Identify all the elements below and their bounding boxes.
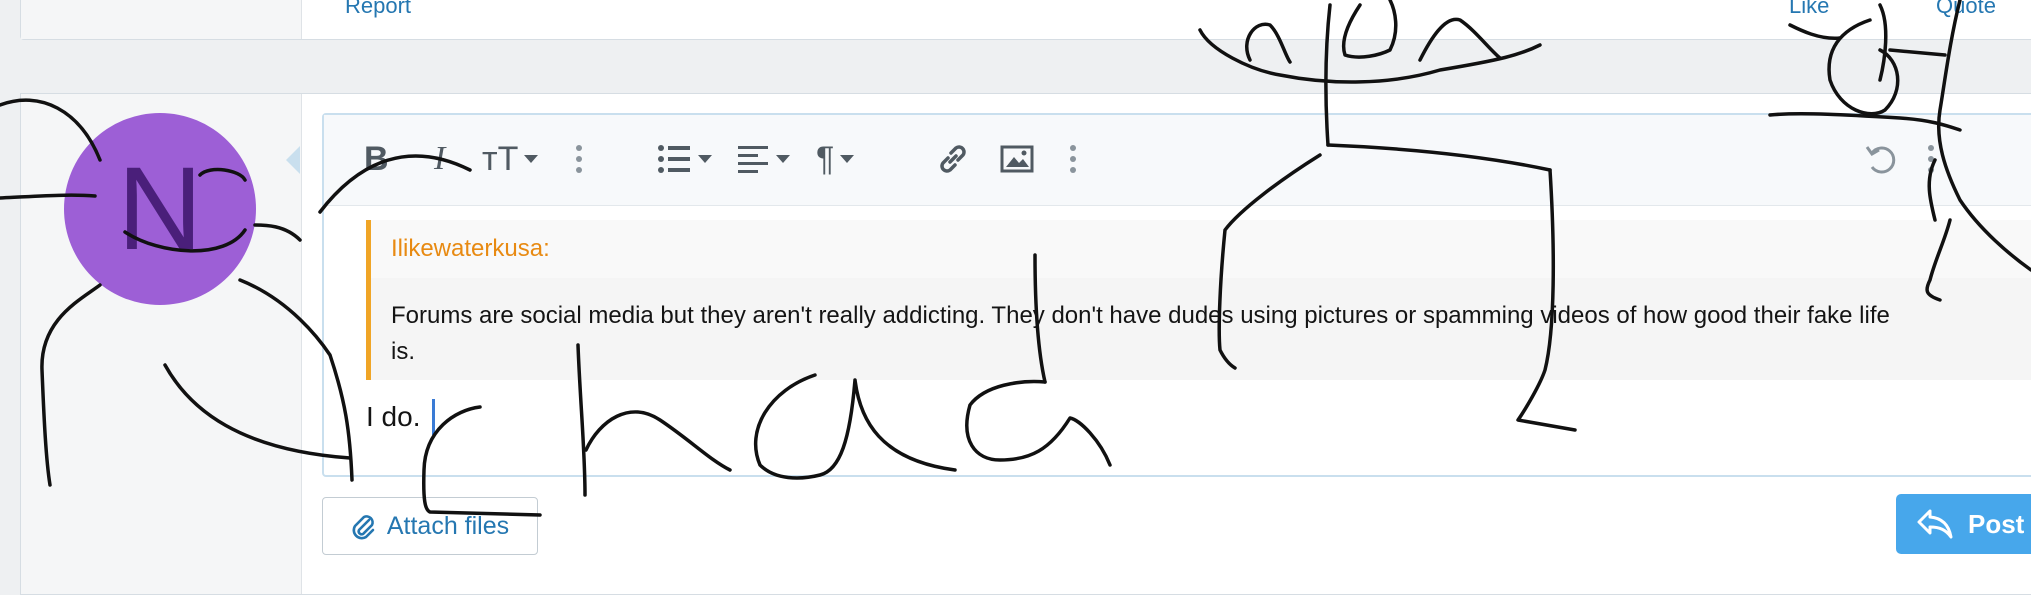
chevron-down-icon	[524, 155, 539, 163]
italic-button[interactable]: I	[434, 137, 445, 181]
paperclip-icon	[352, 515, 375, 540]
quote-link[interactable]: Quote	[1936, 0, 1996, 19]
paragraph-button[interactable]: ¶	[816, 137, 855, 181]
align-left-icon	[738, 146, 768, 173]
image-button[interactable]	[1000, 137, 1034, 181]
image-icon	[1000, 145, 1034, 173]
reply-editor[interactable]: B I тT ¶ Ilikewaterkusa: Forums are soci…	[322, 113, 2031, 477]
report-link[interactable]: Report	[345, 0, 411, 19]
post-reply-button[interactable]: Post	[1896, 494, 2031, 554]
editor-text-area[interactable]: I do.	[366, 399, 436, 435]
more-vertical-icon	[1928, 145, 1934, 173]
more-vertical-icon	[576, 145, 582, 173]
chevron-down-icon	[776, 155, 790, 163]
post-label: Post	[1968, 508, 2025, 539]
text-size-button[interactable]: тT	[482, 137, 539, 181]
paragraph-icon: ¶	[816, 139, 835, 178]
editor-text: I do.	[366, 401, 421, 432]
chevron-down-icon	[840, 155, 855, 163]
bold-button[interactable]: B	[364, 137, 389, 181]
attach-files-button[interactable]: Attach files	[322, 497, 538, 555]
attach-files-label: Attach files	[386, 511, 510, 540]
list-icon	[658, 145, 690, 173]
quote-line: Forums are social media but they aren't …	[391, 302, 1890, 329]
link-icon	[940, 145, 966, 173]
quote-author[interactable]: Ilikewaterkusa:	[371, 220, 2031, 278]
quote-body: Forums are social media but they aren't …	[391, 298, 2031, 370]
avatar-letter: N	[117, 143, 203, 275]
more-options-button[interactable]	[1070, 137, 1076, 181]
text-size-icon: тT	[482, 139, 519, 178]
chevron-down-icon	[698, 155, 712, 163]
previous-post-user-column	[21, 0, 302, 39]
more-vertical-icon	[1070, 145, 1076, 173]
previous-post-footer: Report Like Quote	[20, 0, 2031, 40]
toolbar-more-button[interactable]	[1928, 137, 1934, 181]
undo-icon	[1865, 146, 1896, 174]
italic-icon: I	[434, 140, 446, 177]
undo-button[interactable]	[1864, 137, 1898, 181]
link-button[interactable]	[936, 137, 970, 181]
text-cursor	[432, 399, 436, 435]
more-text-options-button[interactable]	[576, 137, 582, 181]
list-button[interactable]	[658, 137, 712, 181]
like-link[interactable]: Like	[1789, 0, 1829, 19]
editor-toolbar: B I тT ¶	[324, 115, 2031, 206]
reply-icon	[1917, 509, 1953, 539]
editor-pointer-arrow	[286, 146, 300, 174]
align-button[interactable]	[738, 137, 790, 181]
quoted-post: Ilikewaterkusa: Forums are social media …	[366, 220, 2031, 380]
avatar[interactable]: N	[64, 113, 256, 305]
quote-line: is.	[391, 338, 415, 365]
bold-icon: B	[364, 139, 389, 178]
